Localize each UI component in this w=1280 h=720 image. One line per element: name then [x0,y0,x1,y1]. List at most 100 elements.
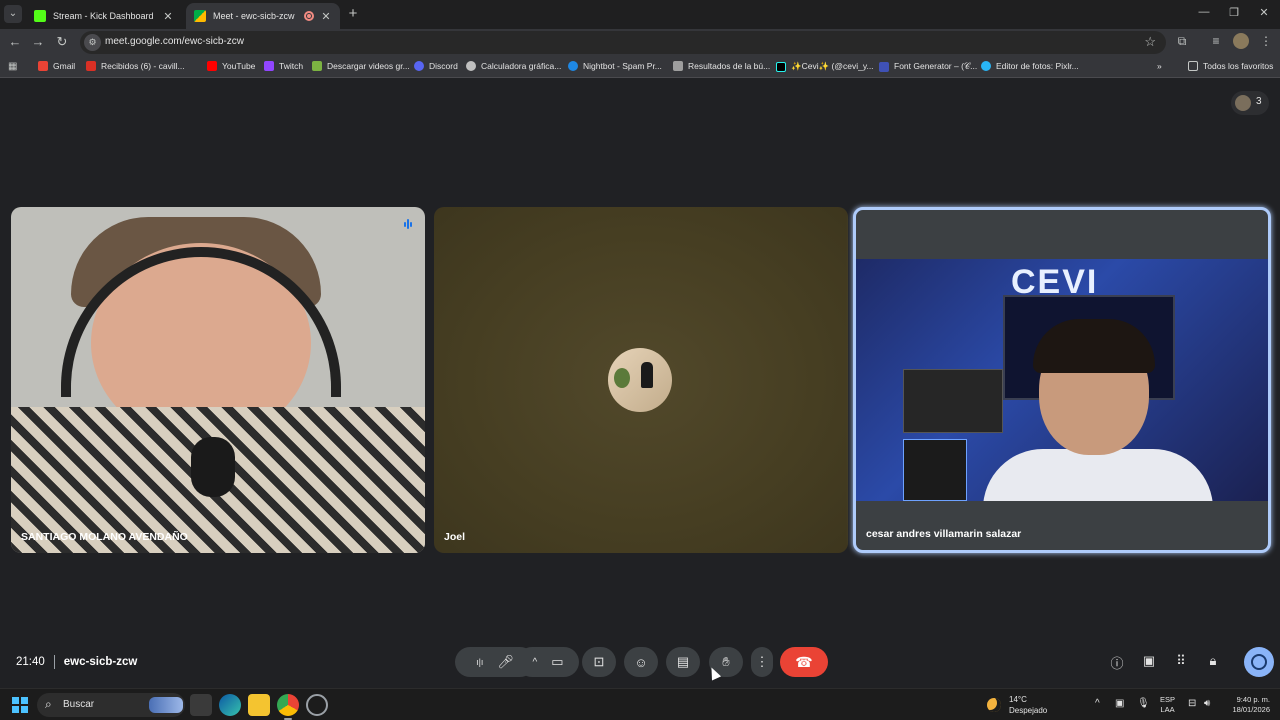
windows-start-icon[interactable] [12,697,28,713]
reading-list-icon[interactable]: ≡ [1208,34,1224,48]
meet-favicon-icon [194,10,206,22]
folder-icon [1188,61,1198,71]
taskbar-search[interactable]: ⌕ Buscar [37,693,185,717]
weather-widget[interactable]: 14°C Despejado [987,694,1047,716]
tray-overflow-icon[interactable]: ^ [1095,698,1100,709]
participant-tile-cesar[interactable]: CEVI cesar andres villamarin salazar [853,207,1271,553]
captions-button[interactable]: ▤ [666,647,700,677]
bookmark-gmail[interactable]: Gmail [38,61,75,71]
language-indicator[interactable]: ESP LAA [1160,695,1175,715]
video-frame [641,362,653,388]
bookmark-twitch[interactable]: Twitch [264,61,303,71]
restore-icon[interactable]: ❐ [1227,6,1241,19]
moon-icon [987,698,1001,712]
bookmarks-overflow-button[interactable]: » [1157,61,1162,71]
volume-icon[interactable]: 🔊︎ [1204,698,1210,709]
font-icon [879,61,889,72]
recording-icon [304,11,314,21]
tiktok-icon [776,61,786,72]
weather-desc: Despejado [1009,706,1048,715]
meeting-code: ewc-sicb-zcw [63,656,138,668]
end-call-button[interactable]: ☎︎ [780,647,828,677]
profile-avatar[interactable] [1233,33,1249,49]
apps-icon[interactable]: ▦ [8,61,17,72]
video-frame [983,449,1213,501]
app-icon[interactable] [306,694,328,716]
bookmark-recibidos[interactable]: Recibidos (6) - cavill... [86,61,185,71]
hand-icon: ✋︎ [722,654,730,669]
site-info-icon[interactable]: ⚙ [84,34,101,51]
bookmark-font-generator[interactable]: Font Generator – (𝒞... [879,61,977,72]
audio-options-icon[interactable]: ı|ı [476,657,483,667]
discord-icon [414,61,424,71]
youtube-icon [86,61,96,71]
back-icon[interactable]: ← [7,34,23,49]
participant-count: 3 [1256,96,1262,107]
bookmark-calculadora[interactable]: Calculadora gráfica... [466,61,561,71]
activities-icon[interactable]: ⠿ [1172,653,1190,671]
video-frame: CEVI [856,259,1268,501]
mic-icon[interactable]: 🎤︎ [497,654,514,670]
taskbar-clock[interactable]: 9:40 p. m. 18/01/2026 [1222,695,1270,715]
tray-app-icon[interactable]: ▣ [1115,698,1124,709]
extensions-icon[interactable]: ⧉ [1174,34,1190,49]
taskbar: ⌕ Buscar 14°C Despejado ^ ▣ 🎙︎ ESP LAA ⊟… [0,688,1280,720]
tab-meet[interactable]: Meet - ewc-sicb-zcw ✕ [186,3,340,29]
more-options-button[interactable]: ⋮ [751,647,773,677]
close-tab-icon[interactable]: ✕ [162,10,174,23]
bookmark-pixlr[interactable]: Editor de fotos: Pixlr... [981,61,1079,71]
close-window-icon[interactable]: ✕ [1257,6,1271,19]
speaking-indicator-icon [401,217,415,231]
bookmark-descargar[interactable]: Descargar videos gr... [312,61,410,71]
close-tab-icon[interactable]: ✕ [320,10,332,23]
search-icon: ⌕ [45,697,52,711]
avatar [1235,95,1251,111]
meeting-time: 21:40 [16,656,45,668]
chrome-icon[interactable] [277,694,299,720]
file-explorer-icon[interactable] [248,694,270,716]
bookmark-youtube[interactable]: YouTube [207,61,255,71]
task-view-icon[interactable] [190,694,212,716]
bookmark-discord[interactable]: Discord [414,61,458,71]
new-tab-button[interactable]: + [346,5,360,23]
minimize-icon[interactable]: — [1197,6,1211,18]
document-icon [673,61,683,71]
tab-search-button[interactable]: ⌄ [4,5,22,23]
host-controls-icon[interactable]: 🔒︎ [1204,653,1222,671]
emoji-icon: ☺ [634,654,648,670]
participants-button[interactable]: 3 [1231,91,1269,115]
browser-tab-strip: ⌄ Stream - Kick Dashboard ✕ Meet - ewc-s… [0,0,1280,29]
bookmarks-bar: ▦ Gmail Recibidos (6) - cavill... YouTub… [0,56,1280,78]
participant-tile-santiago[interactable]: SANTIAGO MOLANO AVENDAÑO [11,207,425,553]
bookmark-cevi[interactable]: ✨Cevi✨ (@cevi_y... [776,61,874,72]
weather-temp: 14°C [1009,695,1027,704]
reload-icon[interactable]: ↻ [54,34,70,50]
video-options-icon[interactable]: ^ [533,657,538,668]
timer-icon[interactable] [1244,647,1274,677]
chat-icon[interactable]: ▣ [1140,653,1158,671]
camera-icon[interactable]: ▭ [551,654,563,670]
avatar [608,348,672,412]
address-bar[interactable]: ⚙ meet.google.com/ewc-sicb-zcw ☆ [80,31,1166,54]
bookmark-nightbot[interactable]: Nightbot - Spam Pr... [568,61,662,71]
participant-tile-joel[interactable]: Joel [434,207,848,553]
bookmark-star-icon[interactable]: ☆ [1144,34,1156,50]
all-bookmarks[interactable]: Todos los favoritos [1188,61,1273,71]
calculator-icon [466,61,476,71]
network-icon[interactable]: ⊟ [1188,698,1196,709]
nightbot-icon [568,61,578,71]
reactions-button[interactable]: ☺ [624,647,658,677]
tab-title: Meet - ewc-sicb-zcw [213,11,295,21]
youtube-icon [207,61,217,71]
gmail-icon [38,61,48,71]
menu-icon[interactable]: ⋮ [1258,34,1274,48]
edge-icon[interactable] [219,694,241,716]
microphone-icon[interactable]: 🎙︎ [1137,698,1150,709]
forward-icon[interactable]: → [30,34,46,49]
camera-control-group: ^ ▭ [517,647,579,677]
present-button[interactable]: ⊡ [582,647,616,677]
more-vert-icon: ⋮ [755,654,769,669]
tab-kick-dashboard[interactable]: Stream - Kick Dashboard ✕ [26,3,182,29]
info-icon[interactable]: ⓘ [1108,653,1126,671]
bookmark-resultados[interactable]: Resultados de la bú... [673,61,770,71]
